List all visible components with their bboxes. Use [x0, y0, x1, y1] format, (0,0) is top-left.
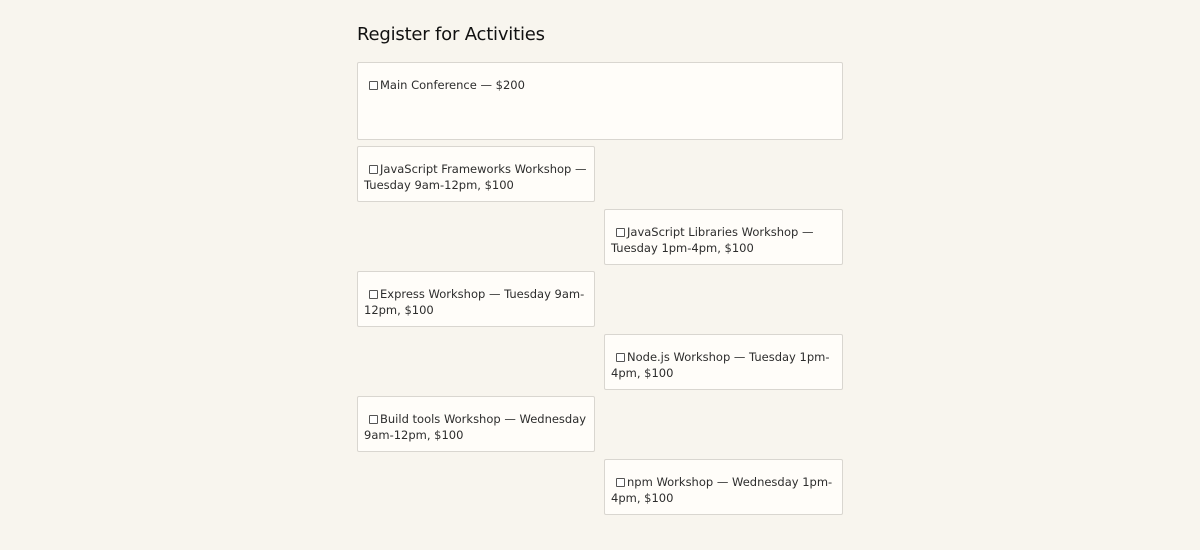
activity-build-tools[interactable]: Build tools Workshop — Wednesday 9am-12p…	[357, 396, 595, 452]
nodejs-checkbox[interactable]	[616, 353, 625, 362]
js-frameworks-checkbox[interactable]	[369, 165, 378, 174]
activity-nodejs[interactable]: Node.js Workshop — Tuesday 1pm-4pm, $100	[604, 334, 843, 390]
js-libraries-checkbox[interactable]	[616, 228, 625, 237]
activity-npm[interactable]: npm Workshop — Wednesday 1pm-4pm, $100	[604, 459, 843, 515]
activity-label: Main Conference — $200	[380, 78, 525, 92]
activity-js-libraries[interactable]: JavaScript Libraries Workshop — Tuesday …	[604, 209, 843, 265]
activity-label: JavaScript Libraries Workshop — Tuesday …	[611, 225, 814, 255]
activity-label: Node.js Workshop — Tuesday 1pm-4pm, $100	[611, 350, 830, 380]
npm-checkbox[interactable]	[616, 478, 625, 487]
activity-main-conference[interactable]: Main Conference — $200	[357, 62, 843, 140]
page-title: Register for Activities	[357, 24, 545, 45]
activity-express[interactable]: Express Workshop — Tuesday 9am-12pm, $10…	[357, 271, 595, 327]
activity-js-frameworks[interactable]: JavaScript Frameworks Workshop — Tuesday…	[357, 146, 595, 202]
activity-label: JavaScript Frameworks Workshop — Tuesday…	[364, 162, 587, 192]
build-tools-checkbox[interactable]	[369, 415, 378, 424]
main-conference-checkbox[interactable]	[369, 81, 378, 90]
express-checkbox[interactable]	[369, 290, 378, 299]
activity-label: npm Workshop — Wednesday 1pm-4pm, $100	[611, 475, 833, 505]
activity-label: Build tools Workshop — Wednesday 9am-12p…	[364, 412, 587, 442]
activity-label: Express Workshop — Tuesday 9am-12pm, $10…	[364, 287, 585, 317]
